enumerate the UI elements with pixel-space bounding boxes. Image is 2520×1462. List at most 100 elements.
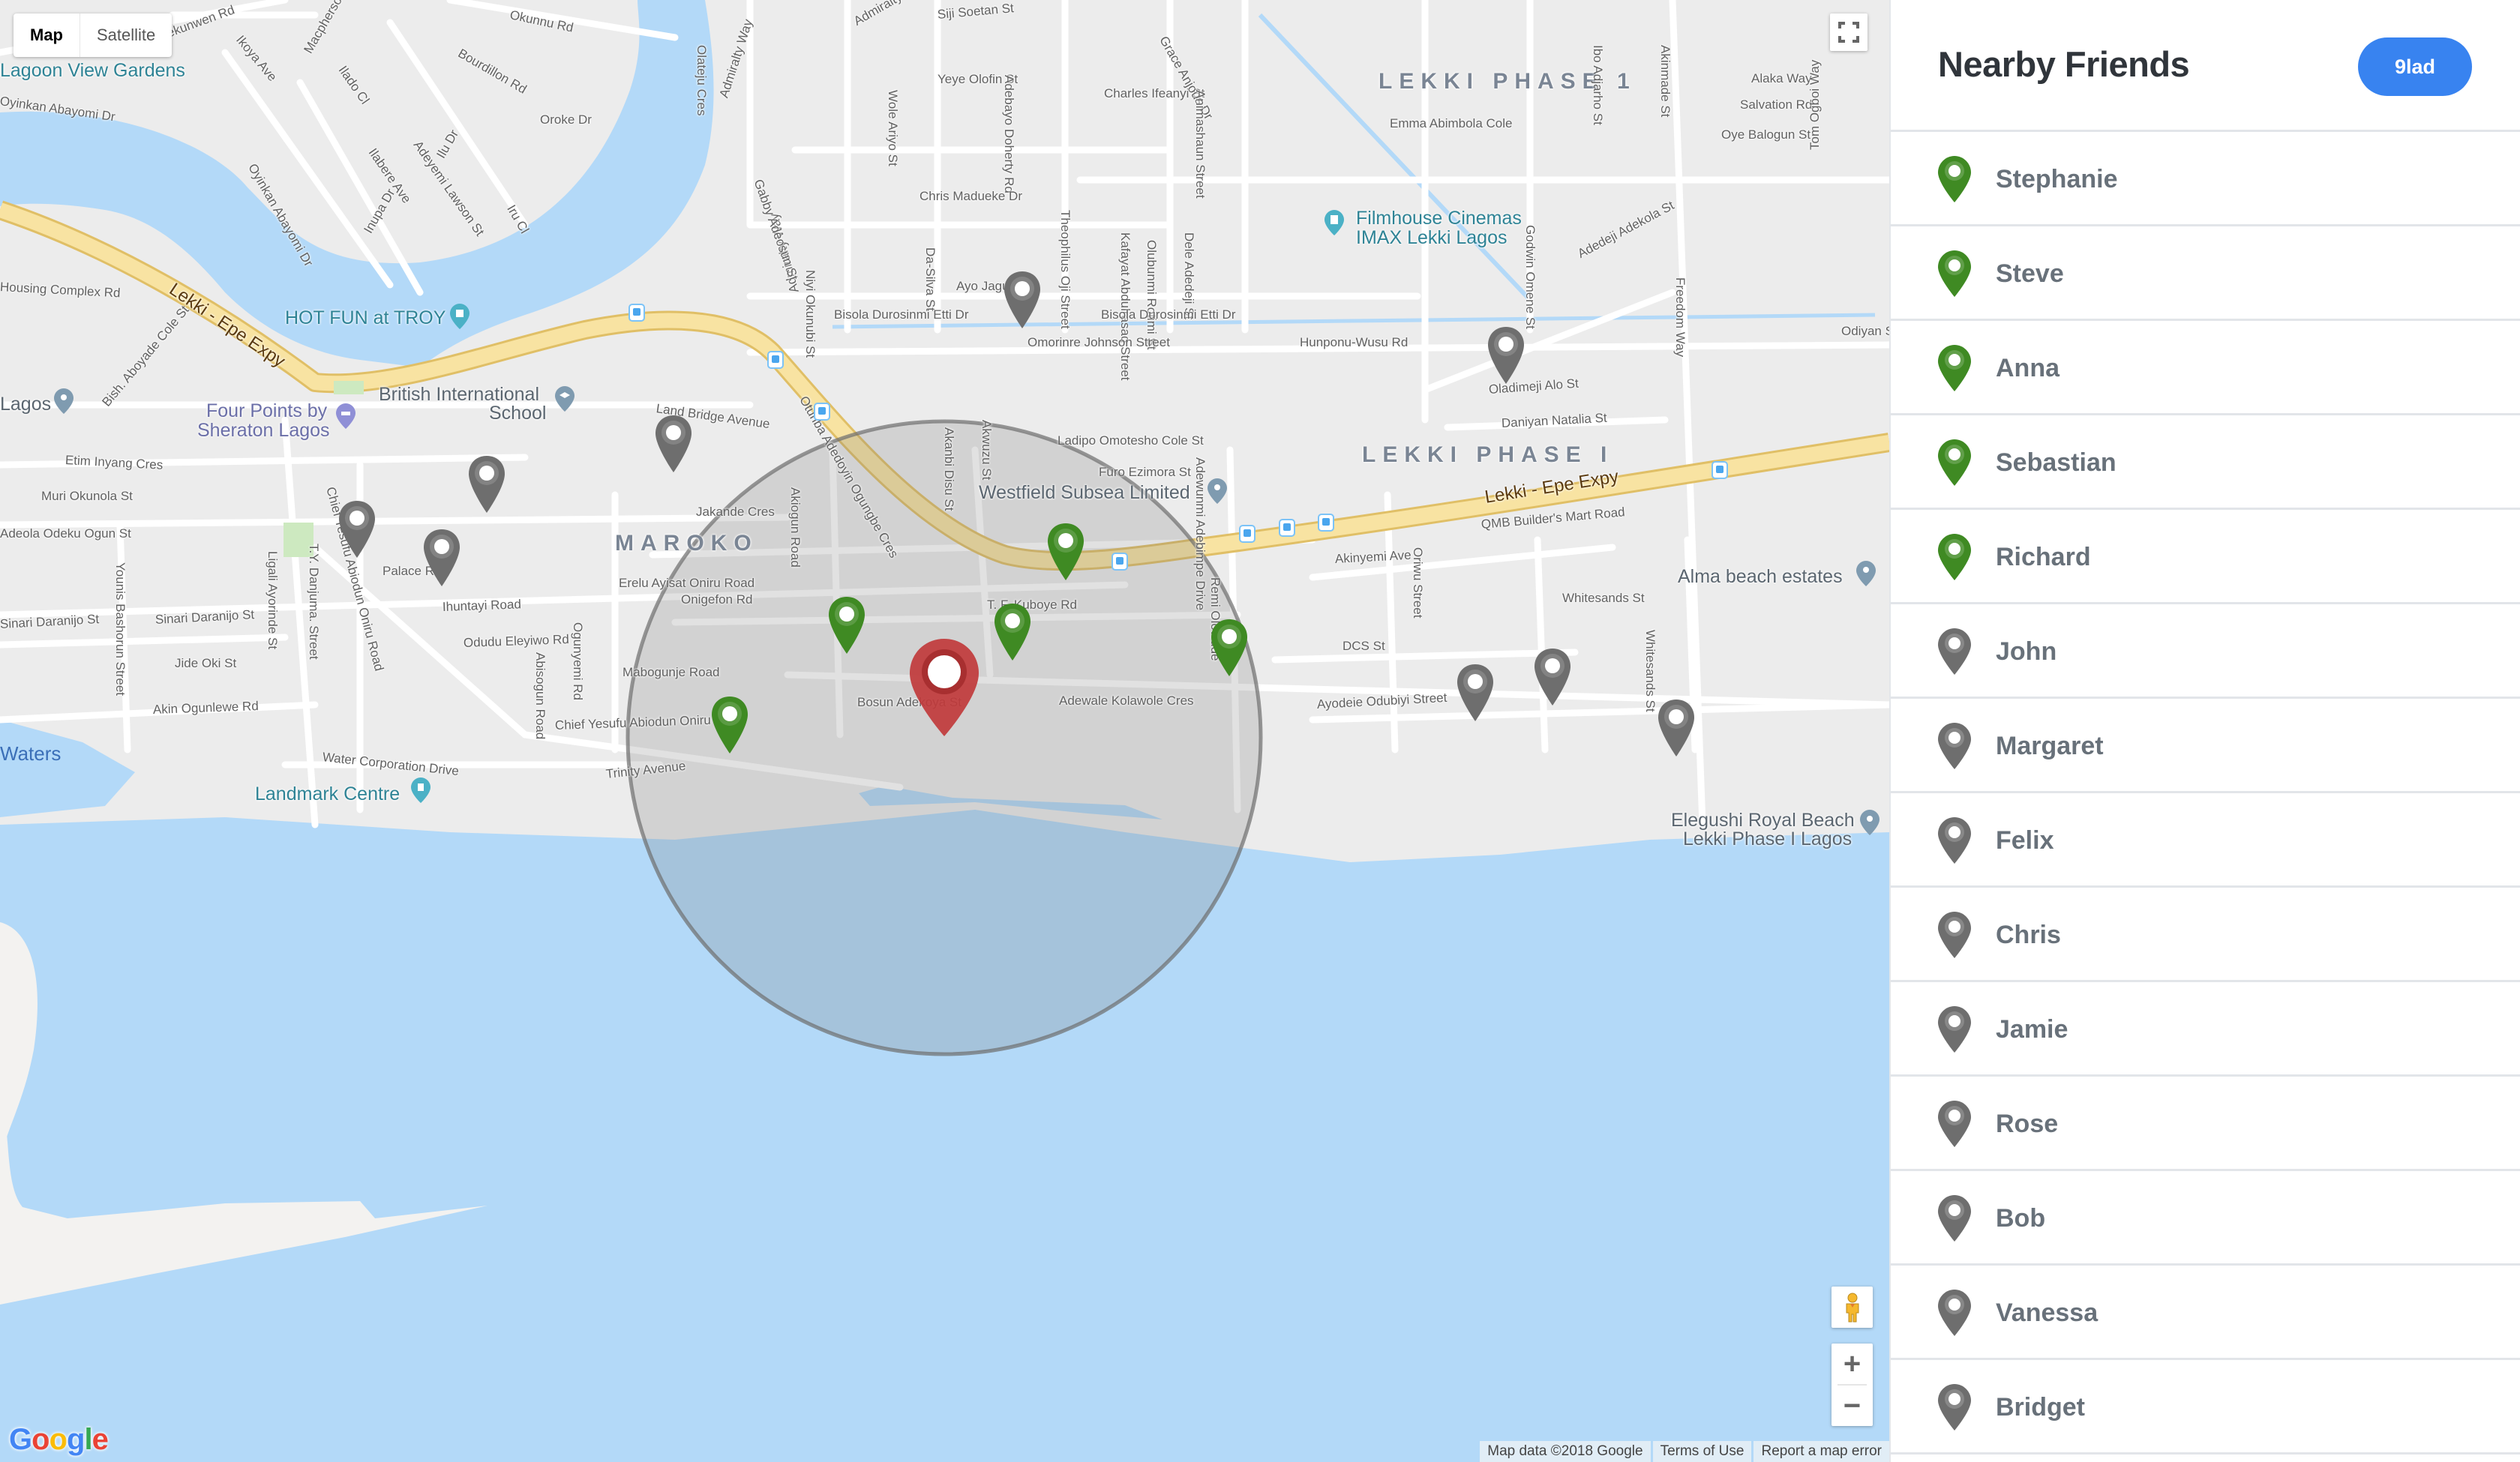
road-label: Onigefon Rd: [681, 592, 753, 607]
friend-list-item[interactable]: Sebastian: [1891, 415, 2520, 510]
road-label: Olubunmi Rotimi St: [1144, 240, 1159, 350]
location-pin-icon: [1938, 1384, 1971, 1431]
place-label[interactable]: Lagos: [0, 394, 51, 415]
friend-marker-offline[interactable]: [1657, 698, 1696, 758]
place-icon[interactable]: [54, 388, 74, 414]
current-location-marker[interactable]: [908, 637, 980, 736]
friend-list-item[interactable]: Vanessa: [1891, 1266, 2520, 1360]
road-label: Hunponu-Wusu Rd: [1300, 335, 1408, 349]
friend-marker-online[interactable]: [993, 602, 1032, 662]
friend-list-item[interactable]: Steve: [1891, 226, 2520, 321]
map-type-satellite-button[interactable]: Satellite: [80, 13, 172, 57]
landmark-icon[interactable]: [411, 777, 430, 803]
place-label[interactable]: School: [489, 403, 546, 424]
logo-letter: g: [67, 1423, 85, 1456]
logo-letter: G: [9, 1423, 32, 1456]
friend-marker-online[interactable]: [1046, 522, 1085, 582]
friend-marker-online[interactable]: [827, 595, 866, 655]
road-label: T.Y. Danjuma. Street: [307, 544, 321, 660]
place-label[interactable]: Lekki Phase I Lagos: [1683, 828, 1852, 850]
road-label: Omorinre Johnson Street: [1028, 335, 1170, 349]
road-label: Erelu Ayisat Oniru Road: [619, 576, 755, 590]
bus-stop-icon[interactable]: [1239, 525, 1256, 543]
place-icon[interactable]: [1856, 561, 1876, 586]
road-label: Emma Abimbola Cole: [1390, 116, 1513, 130]
road-label: Akanbi Disu St: [942, 427, 956, 511]
friend-list-item[interactable]: Felix: [1891, 793, 2520, 888]
friend-list-item[interactable]: Richard: [1891, 510, 2520, 604]
road-label: Godwin Omene St: [1523, 225, 1538, 329]
friend-list-item[interactable]: Jamie: [1891, 982, 2520, 1077]
user-button[interactable]: 9lad: [2358, 37, 2472, 96]
bus-stop-icon[interactable]: [767, 351, 784, 369]
road-label: Salvation Rd: [1740, 97, 1813, 112]
place-label[interactable]: Landmark Centre: [255, 783, 400, 805]
road-label: Tom Ogboi Way: [1808, 59, 1822, 150]
attraction-icon[interactable]: [450, 304, 470, 329]
place-label[interactable]: Westfield Subsea Limited: [979, 482, 1190, 504]
road-label: Ladipo Omotesho Cole St: [1058, 433, 1204, 448]
school-icon[interactable]: [555, 386, 574, 412]
place-icon[interactable]: [1860, 810, 1880, 835]
bus-stop-icon[interactable]: [1712, 461, 1728, 479]
zoom-out-button[interactable]: −: [1832, 1386, 1873, 1426]
road-label: Dele Adedeji St: [1182, 232, 1196, 320]
road-label: Oye Balogun St: [1721, 127, 1811, 142]
friend-name: Vanessa: [1996, 1299, 2098, 1327]
friend-name: Jamie: [1996, 1015, 2068, 1044]
bus-stop-icon[interactable]: [1112, 553, 1128, 571]
friend-list-item[interactable]: Chris: [1891, 888, 2520, 982]
friend-marker-offline[interactable]: [1533, 647, 1572, 707]
place-label[interactable]: Filmhouse Cinemas: [1356, 208, 1522, 229]
location-pin-icon: [1938, 912, 1971, 958]
friend-name: John: [1996, 637, 2057, 666]
place-label[interactable]: Lagoon View Gardens: [0, 60, 185, 82]
friend-list-item[interactable]: Stephanie: [1891, 132, 2520, 226]
place-label[interactable]: Sheraton Lagos: [197, 420, 330, 442]
friend-marker-offline[interactable]: [467, 454, 506, 514]
friend-name: Stephanie: [1996, 165, 2118, 193]
map-type-control: Map Satellite: [14, 13, 172, 57]
report-error-link[interactable]: Report a map error: [1754, 1441, 1889, 1462]
map-type-map-button[interactable]: Map: [14, 13, 80, 57]
place-label[interactable]: IMAX Lekki Lagos: [1356, 227, 1508, 249]
bus-stop-icon[interactable]: [1318, 514, 1334, 532]
bus-stop-icon[interactable]: [814, 403, 830, 421]
friend-list-item[interactable]: Bob: [1891, 1171, 2520, 1266]
friend-list-item[interactable]: Anna: [1891, 321, 2520, 415]
map-pin-icon: [1658, 700, 1694, 756]
friend-marker-offline[interactable]: [338, 499, 376, 559]
road-label: DCS St: [1342, 639, 1385, 653]
bus-stop-icon[interactable]: [1279, 519, 1295, 537]
road-label: Abisogun Road: [533, 652, 548, 740]
friend-marker-offline[interactable]: [1486, 325, 1526, 385]
friend-list-item[interactable]: Bridget: [1891, 1360, 2520, 1455]
place-label[interactable]: HOT FUN at TROY: [285, 307, 446, 329]
friend-marker-offline[interactable]: [1456, 663, 1495, 723]
friend-marker-online[interactable]: [710, 695, 749, 755]
location-pin-icon: [1938, 345, 1971, 391]
place-label[interactable]: Four Points by: [206, 400, 327, 422]
map-view[interactable]: Lagoon View Gardens HOT FUN at TROY Brit…: [0, 0, 1889, 1462]
friend-name: Bob: [1996, 1204, 2046, 1233]
bus-stop-icon[interactable]: [628, 304, 645, 322]
fullscreen-button[interactable]: [1830, 13, 1868, 51]
friend-list-item[interactable]: Margaret: [1891, 699, 2520, 793]
zoom-in-button[interactable]: +: [1832, 1344, 1873, 1384]
cinema-icon[interactable]: [1324, 210, 1344, 235]
place-label[interactable]: Alma beach estates: [1678, 566, 1843, 588]
friend-marker-offline[interactable]: [422, 528, 461, 588]
hotel-icon[interactable]: [336, 403, 356, 429]
friend-list-item[interactable]: John: [1891, 604, 2520, 699]
map-footer: Map data ©2018 Google Terms of Use Repor…: [1480, 1441, 1889, 1462]
friend-marker-online[interactable]: [1210, 618, 1249, 678]
map-pin-icon: [469, 456, 505, 513]
place-icon[interactable]: [1208, 478, 1227, 504]
street-view-pegman-button[interactable]: [1832, 1287, 1873, 1328]
friend-list-item[interactable]: Rose: [1891, 1077, 2520, 1171]
google-logo[interactable]: Google: [9, 1423, 109, 1457]
location-pin-icon: [1938, 156, 1971, 202]
friend-marker-offline[interactable]: [654, 414, 693, 474]
friend-marker-offline[interactable]: [1003, 270, 1042, 330]
terms-link[interactable]: Terms of Use: [1652, 1441, 1752, 1462]
